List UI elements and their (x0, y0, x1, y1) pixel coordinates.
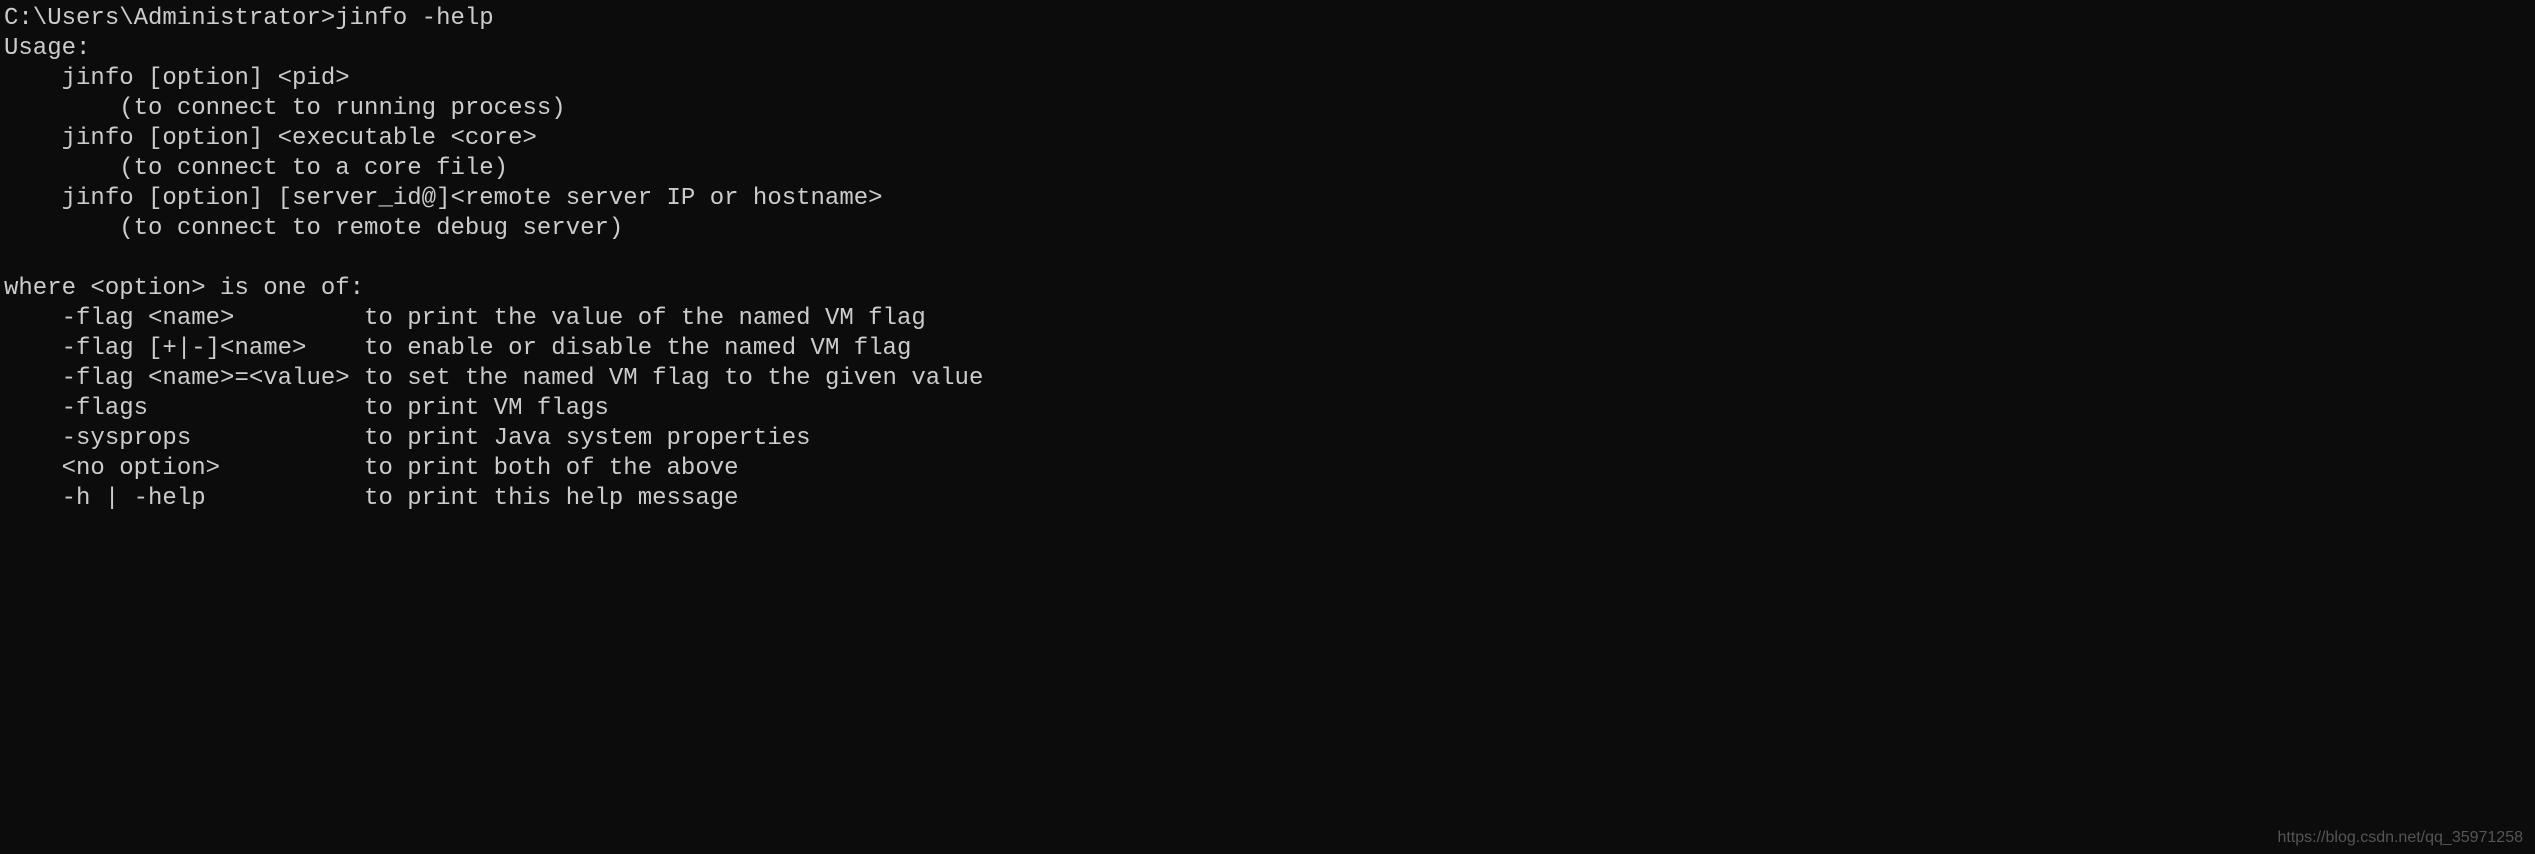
options-header: where <option> is one of: (4, 275, 364, 302)
prompt-path: C:\Users\Administrator> (4, 5, 335, 32)
usage-line: (to connect to remote debug server) (4, 215, 623, 242)
option-desc: to set the named VM flag to the given va… (364, 365, 983, 392)
option-flag: -flag [+|-]<name> (4, 335, 364, 362)
option-flag: <no option> (4, 455, 364, 482)
command-text: jinfo -help (335, 5, 493, 32)
option-flag: -sysprops (4, 425, 364, 452)
option-desc: to print both of the above (364, 455, 738, 482)
option-desc: to print Java system properties (364, 425, 810, 452)
option-line: -flag [+|-]<name> to enable or disable t… (4, 335, 911, 362)
option-desc: to print VM flags (364, 395, 609, 422)
terminal-output: C:\Users\Administrator>jinfo -help Usage… (4, 4, 2531, 514)
option-flag: -h | -help (4, 485, 364, 512)
option-flag: -flag <name>=<value> (4, 365, 364, 392)
option-flag: -flags (4, 395, 364, 422)
usage-line: (to connect to a core file) (4, 155, 508, 182)
option-line: -flag <name> to print the value of the n… (4, 305, 926, 332)
option-line: -flags to print VM flags (4, 395, 609, 422)
option-desc: to print the value of the named VM flag (364, 305, 926, 332)
option-line: <no option> to print both of the above (4, 455, 739, 482)
option-line: -flag <name>=<value> to set the named VM… (4, 365, 983, 392)
usage-line: jinfo [option] [server_id@]<remote serve… (4, 185, 883, 212)
option-flag: -flag <name> (4, 305, 364, 332)
prompt-line: C:\Users\Administrator>jinfo -help (4, 5, 494, 32)
usage-line: jinfo [option] <executable <core> (4, 125, 537, 152)
option-desc: to enable or disable the named VM flag (364, 335, 911, 362)
option-line: -h | -help to print this help message (4, 485, 739, 512)
usage-line: jinfo [option] <pid> (4, 65, 350, 92)
usage-line: (to connect to running process) (4, 95, 566, 122)
option-desc: to print this help message (364, 485, 738, 512)
watermark-text: https://blog.csdn.net/qq_35971258 (2277, 828, 2523, 848)
option-line: -sysprops to print Java system propertie… (4, 425, 811, 452)
usage-header: Usage: (4, 35, 90, 62)
